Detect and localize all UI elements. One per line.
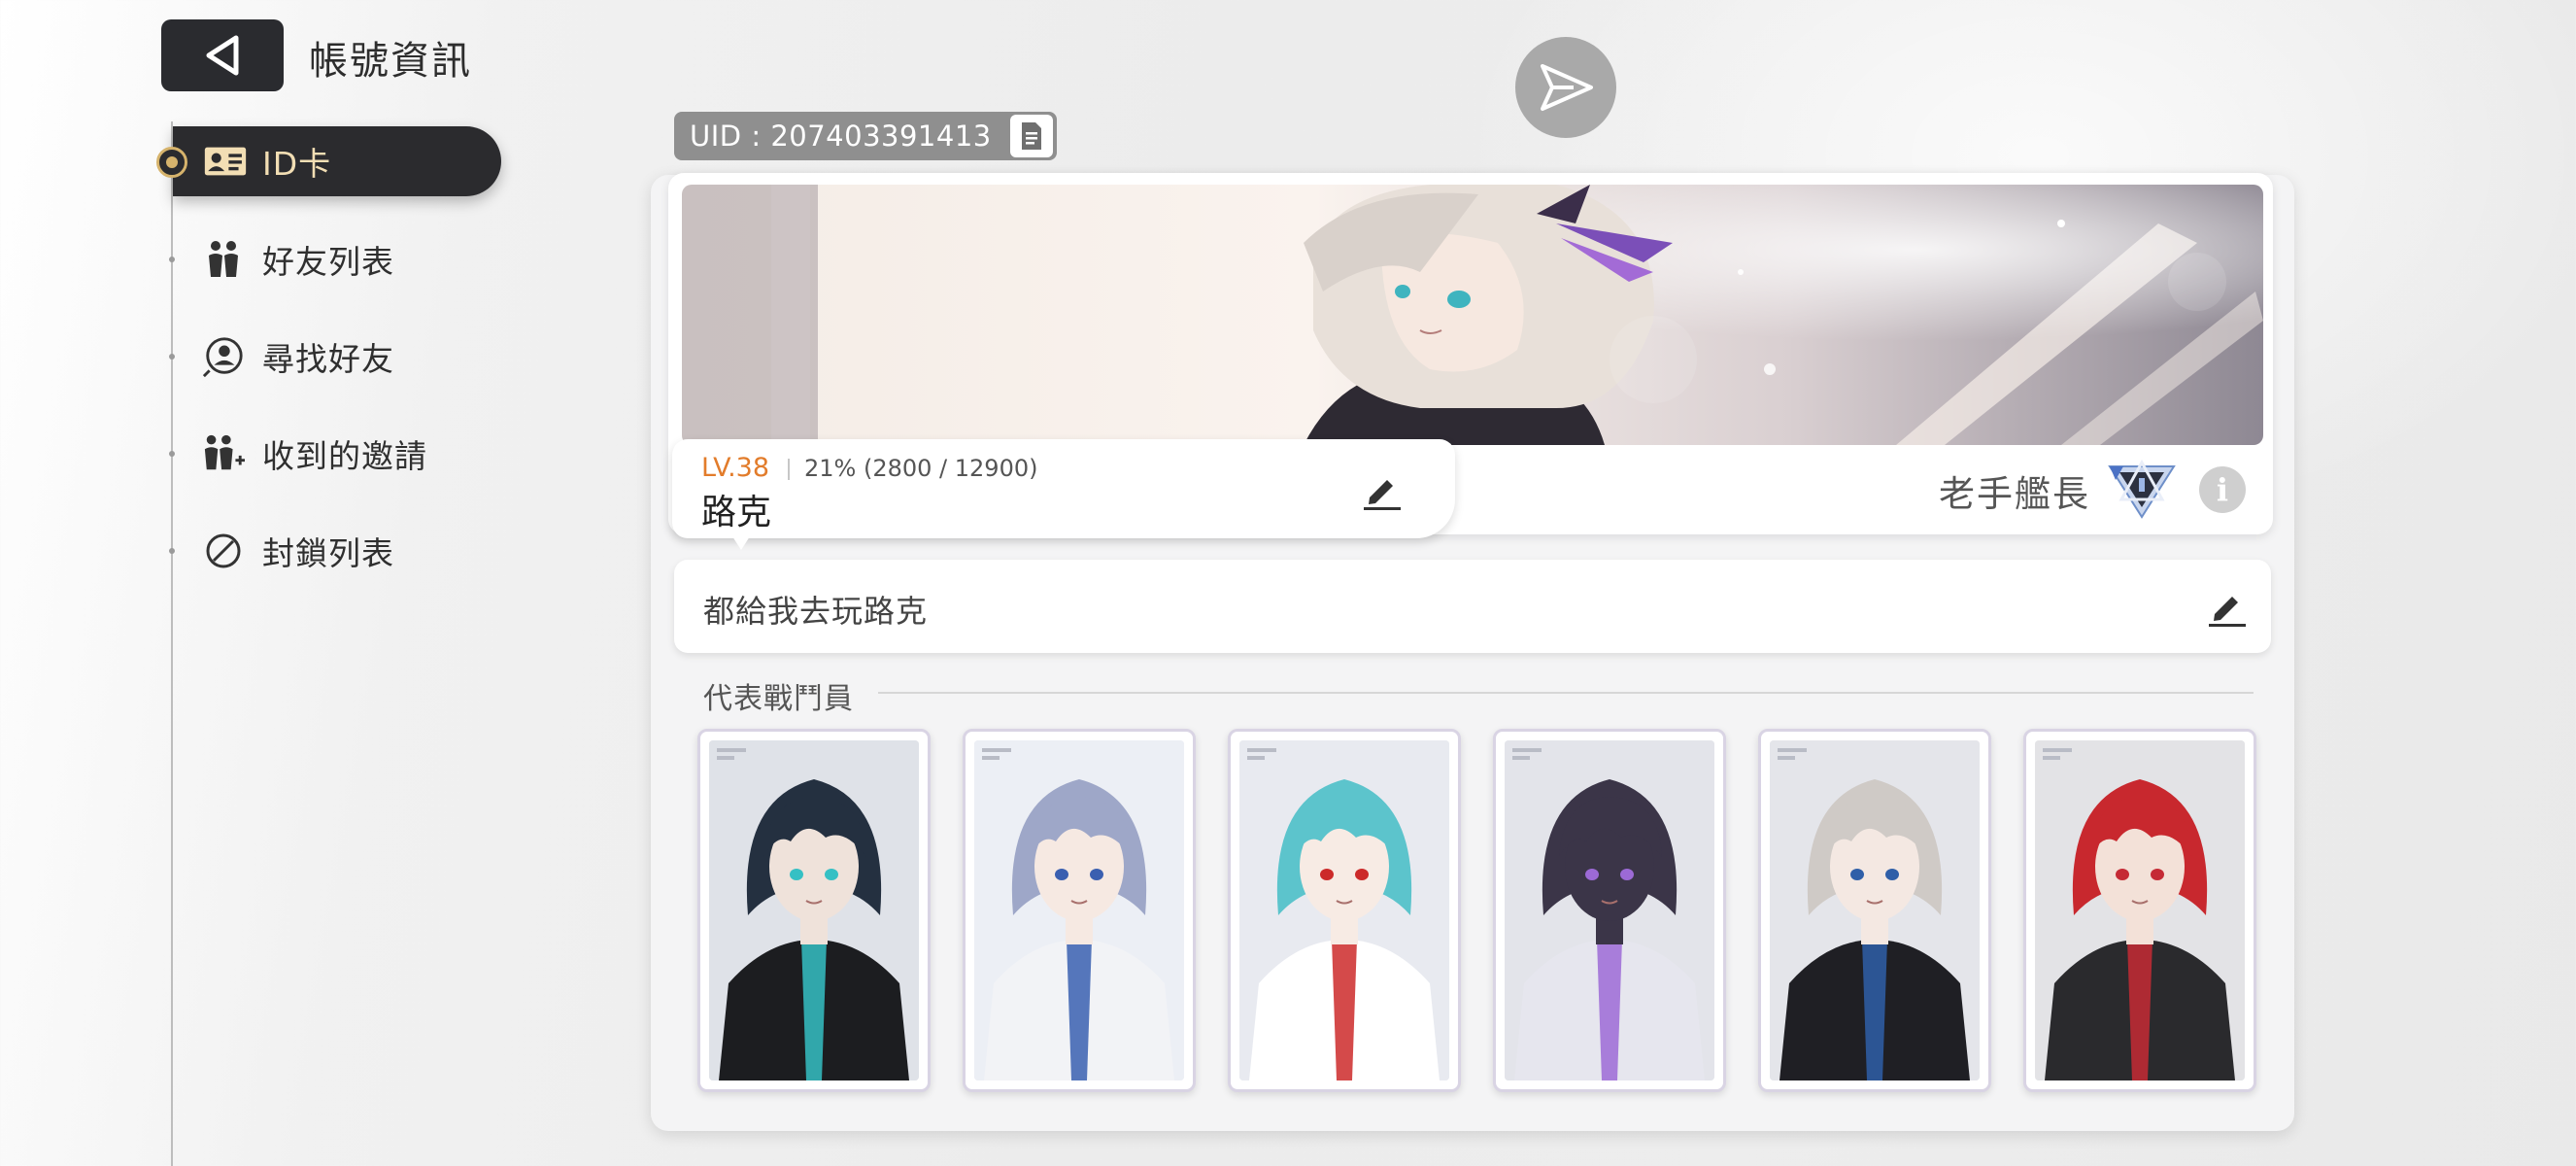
exp-progress-text: 21% (2800 / 12900) bbox=[804, 455, 1038, 482]
character-card[interactable] bbox=[2023, 729, 2256, 1092]
character-portrait bbox=[974, 740, 1184, 1080]
nav-dot bbox=[169, 451, 175, 457]
back-triangle-icon bbox=[206, 35, 239, 76]
send-icon bbox=[1541, 64, 1593, 111]
rank-title: 老手艦長 bbox=[1939, 473, 2090, 515]
character-card[interactable] bbox=[697, 729, 931, 1092]
character-portrait bbox=[2035, 740, 2245, 1080]
character-card[interactable] bbox=[1493, 729, 1726, 1092]
sidebar-item-label: 收到的邀請 bbox=[262, 437, 427, 475]
character-portrait bbox=[709, 740, 919, 1080]
block-icon bbox=[202, 530, 245, 572]
info-button[interactable]: i bbox=[2199, 466, 2246, 513]
level-box-pointer bbox=[732, 536, 750, 550]
send-button[interactable] bbox=[1515, 37, 1616, 138]
section-title-representatives: 代表戰鬥員 bbox=[703, 682, 854, 716]
character-card[interactable] bbox=[1758, 729, 1991, 1092]
copy-uid-button[interactable] bbox=[1010, 115, 1053, 157]
sidebar-item-label: 尋找好友 bbox=[262, 340, 394, 378]
player-name: 路克 bbox=[701, 493, 772, 532]
edit-name-button[interactable] bbox=[1360, 468, 1403, 511]
id-card-icon bbox=[204, 140, 247, 183]
nav-dot bbox=[169, 354, 175, 360]
sidebar-item-id-card[interactable]: ID卡 bbox=[173, 126, 501, 196]
character-portrait bbox=[1505, 740, 1714, 1080]
pencil-icon bbox=[1364, 480, 1401, 510]
bio-text: 都給我去玩路克 bbox=[703, 593, 929, 630]
page-title: 帳號資訊 bbox=[309, 39, 472, 84]
section-divider bbox=[878, 692, 2254, 694]
sidebar-divider bbox=[171, 121, 173, 1166]
sidebar-item-label: 好友列表 bbox=[262, 243, 394, 281]
uid-text: UID : 207403391413 bbox=[690, 120, 992, 153]
uid-box: UID : 207403391413 bbox=[674, 112, 1057, 160]
back-button[interactable] bbox=[161, 19, 284, 91]
character-card[interactable] bbox=[963, 729, 1196, 1092]
active-marker-icon bbox=[156, 147, 187, 178]
edit-bio-button[interactable] bbox=[2205, 585, 2248, 628]
nav-dot bbox=[169, 257, 175, 262]
character-portrait bbox=[1770, 740, 1980, 1080]
level-separator bbox=[788, 459, 790, 480]
bio-box: 都給我去玩路克 bbox=[674, 560, 2271, 653]
find-friend-icon bbox=[202, 335, 245, 378]
profile-banner-image[interactable] bbox=[682, 185, 2263, 445]
nav-dot bbox=[169, 548, 175, 554]
info-icon: i bbox=[2216, 471, 2229, 508]
character-portrait bbox=[1239, 740, 1449, 1080]
level-label: LV.38 bbox=[701, 453, 770, 483]
character-card[interactable] bbox=[1228, 729, 1461, 1092]
friends-icon bbox=[202, 238, 245, 281]
pencil-icon bbox=[2209, 597, 2246, 627]
sidebar-item-label: ID卡 bbox=[262, 145, 332, 183]
invite-icon bbox=[202, 432, 245, 475]
level-name-box: LV.38 21% (2800 / 12900) 路克 bbox=[672, 439, 1455, 538]
rank-badge-icon[interactable] bbox=[2106, 459, 2178, 521]
sidebar-item-label: 封鎖列表 bbox=[262, 534, 394, 572]
copy-icon bbox=[1022, 122, 1041, 150]
